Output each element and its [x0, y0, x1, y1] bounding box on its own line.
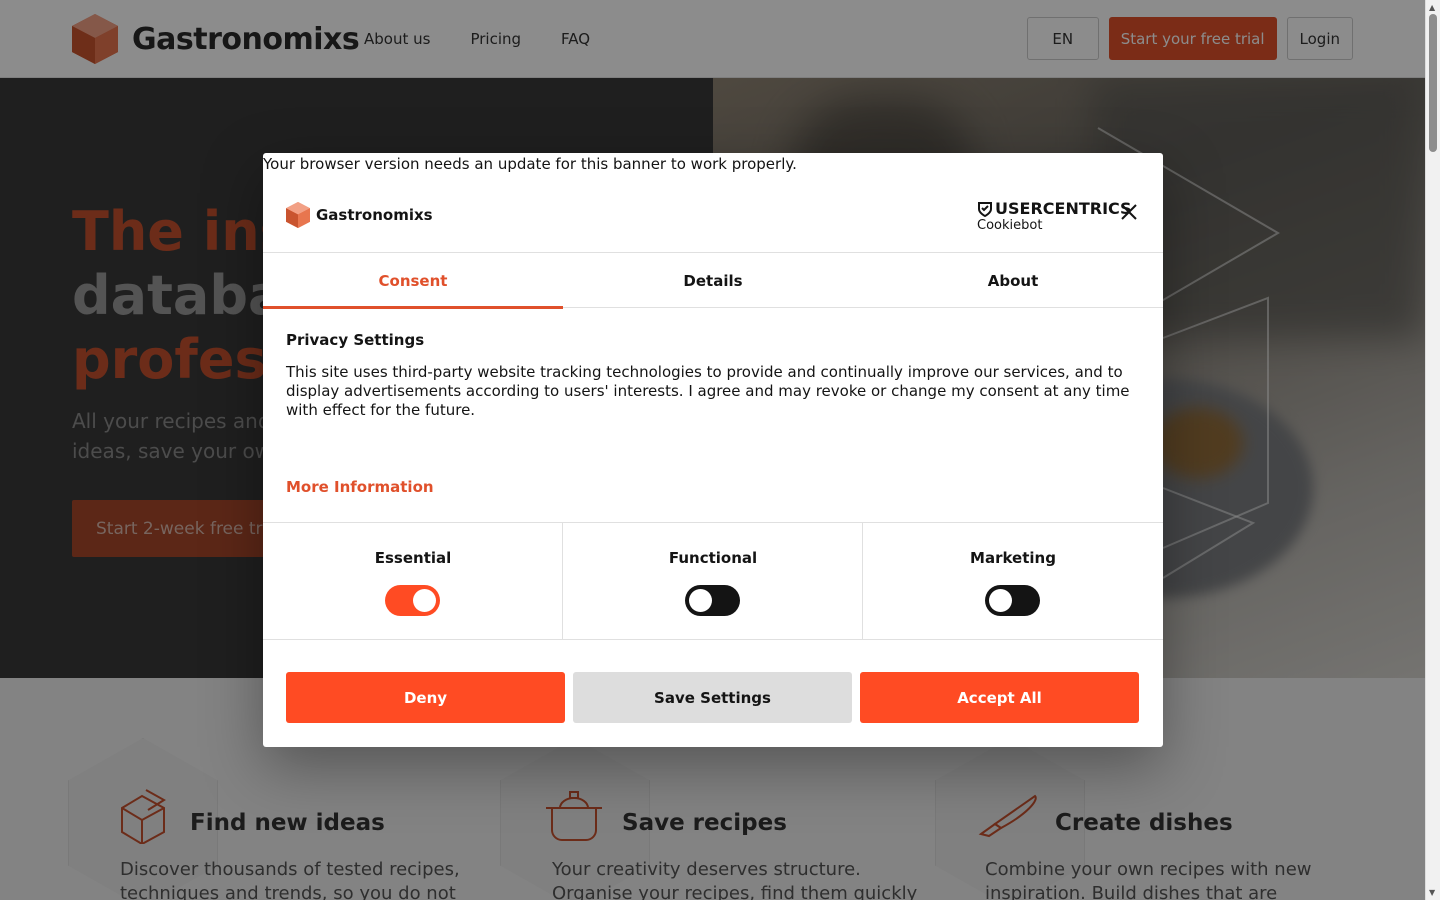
dialog-tabs: Consent Details About — [263, 253, 1163, 309]
dialog-header: Gastronomixs USERCENTRICS Cookiebot — [263, 185, 1163, 253]
usercentrics-text: USERCENTRICS — [995, 199, 1132, 218]
cube-logo-icon — [286, 201, 310, 229]
category-label: Marketing — [970, 549, 1056, 567]
consent-body: Privacy Settings This site uses third-pa… — [286, 331, 1141, 420]
consent-categories: Essential Functional Marketing — [263, 522, 1163, 640]
essential-toggle[interactable] — [385, 585, 440, 616]
tab-about[interactable]: About — [863, 253, 1163, 308]
close-icon[interactable] — [1119, 202, 1139, 222]
save-settings-button[interactable]: Save Settings — [573, 672, 852, 723]
privacy-settings-text: This site uses third-party website track… — [286, 363, 1130, 419]
accept-all-button[interactable]: Accept All — [860, 672, 1139, 723]
shield-check-icon — [978, 201, 992, 217]
category-functional: Functional — [563, 523, 863, 640]
page-scrollbar[interactable]: ▲ ▼ — [1425, 0, 1440, 900]
dialog-brand-logo: Gastronomixs — [286, 201, 433, 229]
scroll-up-icon[interactable]: ▲ — [1429, 3, 1435, 12]
consent-actions: Deny Save Settings Accept All — [286, 672, 1139, 723]
deny-button[interactable]: Deny — [286, 672, 565, 723]
dialog-brand-name: Gastronomixs — [316, 206, 433, 224]
browser-update-warning: Your browser version needs an update for… — [263, 155, 797, 173]
category-marketing: Marketing — [863, 523, 1163, 640]
privacy-settings-heading: Privacy Settings — [286, 331, 425, 349]
functional-toggle[interactable] — [685, 585, 740, 616]
more-information-link[interactable]: More Information — [286, 478, 434, 496]
category-label: Functional — [668, 549, 758, 567]
usercentrics-logo[interactable]: USERCENTRICS Cookiebot — [977, 199, 1132, 233]
cookie-consent-dialog: Your browser version needs an update for… — [263, 153, 1163, 747]
cookiebot-text: Cookiebot — [977, 218, 1043, 233]
category-essential: Essential — [263, 523, 563, 640]
scroll-down-icon[interactable]: ▼ — [1429, 888, 1435, 897]
tab-consent[interactable]: Consent — [263, 253, 563, 309]
scrollbar-thumb[interactable] — [1429, 14, 1437, 152]
marketing-toggle[interactable] — [985, 585, 1040, 616]
tab-details[interactable]: Details — [563, 253, 863, 308]
category-label: Essential — [374, 549, 452, 567]
